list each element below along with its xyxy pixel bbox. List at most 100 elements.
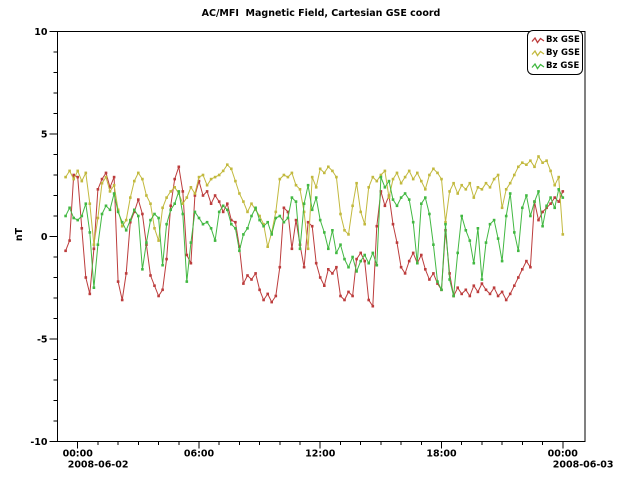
data-point-marker [198, 217, 201, 220]
data-point-marker [541, 225, 544, 228]
data-point-marker [234, 221, 237, 224]
data-point-marker [291, 196, 294, 199]
data-point-marker [440, 289, 443, 292]
data-point-marker [275, 217, 278, 220]
data-point-marker [64, 250, 67, 253]
data-point-marker [89, 231, 92, 234]
series-line [66, 177, 563, 296]
data-point-marker [76, 176, 79, 179]
data-point-marker [129, 219, 132, 222]
data-point-marker [64, 176, 67, 179]
data-point-marker [412, 221, 415, 224]
data-point-marker [89, 293, 92, 296]
data-point-marker [549, 196, 552, 199]
data-point-marker [242, 200, 245, 203]
data-point-marker [529, 266, 532, 269]
data-point-marker [557, 200, 560, 203]
data-point-marker [291, 248, 294, 251]
data-point-marker [206, 190, 209, 193]
data-point-marker [335, 176, 338, 179]
data-point-marker [125, 272, 128, 275]
data-point-marker [456, 286, 459, 289]
data-point-marker [339, 243, 342, 246]
plot-frame [58, 32, 586, 442]
data-point-marker [521, 268, 524, 271]
data-point-marker [182, 190, 185, 193]
data-point-marker [299, 248, 302, 251]
x-tick-label: 06:00 [184, 449, 215, 460]
data-point-marker [242, 233, 245, 236]
data-point-marker [117, 280, 120, 283]
data-point-marker [178, 190, 181, 193]
data-point-marker [477, 291, 480, 294]
data-point-marker [355, 270, 358, 273]
x-date-label: 2008-06-03 [553, 460, 614, 471]
data-point-marker [250, 215, 253, 218]
data-point-marker [287, 217, 290, 220]
data-point-marker [489, 293, 492, 296]
data-point-marker [408, 198, 411, 201]
data-point-marker [283, 221, 286, 224]
data-point-marker [388, 180, 391, 183]
data-point-marker [533, 166, 536, 169]
data-point-marker [460, 184, 463, 187]
data-point-marker [68, 170, 71, 173]
legend-item-bx: Bx GSE [531, 33, 582, 46]
legend-label-bx: Bx GSE [546, 35, 580, 45]
data-point-marker [549, 170, 552, 173]
data-point-marker [64, 215, 67, 218]
data-point-marker [214, 239, 217, 242]
data-point-marker [372, 305, 375, 308]
data-point-marker [299, 188, 302, 191]
data-point-marker [157, 217, 160, 220]
data-point-marker [295, 184, 298, 187]
data-point-marker [315, 186, 318, 189]
data-point-marker [351, 205, 354, 208]
data-point-marker [420, 254, 423, 257]
data-point-marker [149, 202, 152, 205]
data-point-marker [327, 268, 330, 271]
data-point-marker [165, 196, 168, 199]
data-point-marker [145, 241, 148, 244]
data-point-marker [258, 289, 261, 292]
data-point-marker [303, 202, 306, 205]
data-point-marker [186, 280, 189, 283]
data-point-marker [549, 202, 552, 205]
data-point-marker [424, 268, 427, 271]
data-point-marker [537, 155, 540, 158]
data-point-marker [76, 219, 79, 222]
data-point-marker [505, 299, 508, 302]
data-point-marker [404, 176, 407, 179]
data-point-marker [351, 295, 354, 298]
data-point-marker [270, 233, 273, 236]
data-point-marker [206, 221, 209, 224]
data-point-marker [303, 266, 306, 269]
data-point-marker [489, 223, 492, 226]
data-point-marker [222, 170, 225, 173]
data-point-marker [416, 262, 419, 265]
data-point-marker [81, 215, 84, 218]
data-point-marker [367, 262, 370, 265]
data-point-marker [157, 295, 160, 298]
data-point-marker [444, 223, 447, 226]
data-point-marker [149, 219, 152, 222]
data-point-marker [125, 229, 128, 232]
data-point-marker [101, 182, 104, 185]
data-point-marker [456, 252, 459, 255]
data-point-marker [295, 200, 298, 203]
data-point-marker [404, 192, 407, 195]
data-point-marker [153, 227, 156, 230]
data-point-marker [497, 174, 500, 177]
data-point-marker [291, 172, 294, 175]
data-point-marker [339, 213, 342, 216]
data-point-marker [222, 205, 225, 208]
data-point-marker [408, 260, 411, 263]
data-point-marker [121, 221, 124, 224]
data-point-marker [363, 254, 366, 257]
data-point-marker [400, 182, 403, 185]
data-point-marker [85, 172, 88, 175]
axis-tick-labels: -10-5051000:0006:0012:0018:0000:002008-0… [30, 27, 613, 471]
data-point-marker [141, 178, 144, 181]
data-point-marker [125, 219, 128, 222]
data-point-marker [525, 260, 528, 263]
